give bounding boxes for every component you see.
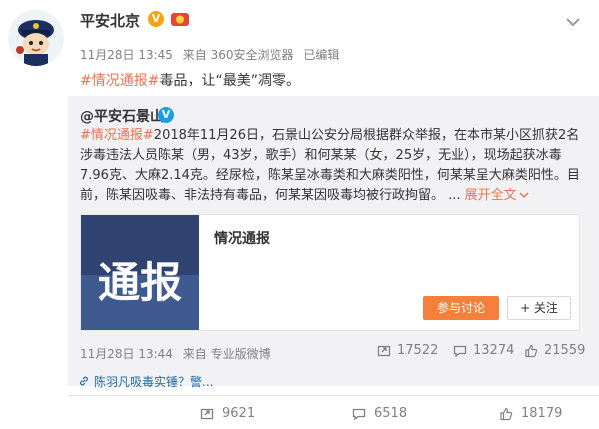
post-edited[interactable]: 已编辑 (303, 48, 339, 62)
repost-text: #情况通报#2018年11月26日，石景山公安分局根据群众举报，在本市某小区抓获… (80, 126, 590, 206)
chevron-down-icon (519, 192, 529, 199)
repost-hashtag[interactable]: #情况通报# (80, 128, 154, 143)
comment-icon (453, 345, 467, 357)
topic-card-title[interactable]: 情况通报 (214, 228, 270, 248)
repost-like-count: 21559 (544, 343, 586, 358)
comment-button[interactable]: 6518 (352, 406, 407, 421)
repost-comment-stat[interactable]: 13274 (453, 343, 514, 358)
post-text: #情况通报#毒品，让“最美”凋零。 (80, 70, 300, 90)
like-button[interactable]: 18179 (499, 406, 562, 421)
repost-like-stat[interactable]: 21559 (524, 343, 585, 358)
repost-source: 来自 专业版微博 (182, 347, 271, 361)
repost-icon (377, 345, 391, 356)
comment-count: 6518 (374, 406, 408, 421)
divider (68, 395, 599, 396)
like-icon (500, 407, 513, 420)
comment-icon (352, 408, 366, 420)
suggested-link-text: 陈羽凡吸毒实锤？警... (94, 375, 214, 389)
forward-count: 9621 (222, 406, 256, 421)
repost-forward-count: 17522 (397, 343, 439, 358)
post-body: 毒品，让“最美”凋零。 (159, 73, 300, 89)
repost-comment-count: 13274 (473, 343, 515, 358)
join-discussion-button[interactable]: 参与讨论 (423, 296, 499, 320)
repost-forward-stat[interactable]: 17522 (377, 343, 438, 358)
chevron-down-icon[interactable] (564, 14, 582, 28)
police-avatar-icon (8, 10, 64, 66)
verified-v-icon: V (148, 11, 164, 27)
forward-button[interactable]: 9621 (200, 406, 255, 421)
suggested-link[interactable]: 陈羽凡吸毒实锤？警... (78, 373, 213, 390)
avatar[interactable] (8, 10, 64, 66)
post-hashtag[interactable]: #情况通报# (80, 73, 159, 89)
follow-button[interactable]: + 关注 (507, 296, 571, 320)
post-date[interactable]: 11月28日 13:45 (80, 48, 173, 62)
topic-card-image: 通报 (81, 215, 199, 330)
like-count: 18179 (521, 406, 563, 421)
medal-icon (170, 10, 190, 28)
post-source: 来自 360安全浏览器 (182, 48, 294, 62)
repost-meta: 11月28日 13:44 来自 专业版微博 (80, 345, 277, 362)
verified-v-icon: V (158, 107, 174, 123)
repost-author[interactable]: @平安石景山 (80, 106, 164, 126)
post-meta: 11月28日 13:45 来自 360安全浏览器 已编辑 (80, 46, 345, 63)
expand-link[interactable]: 展开全文 (465, 188, 529, 203)
like-icon (525, 344, 538, 357)
repost-icon (200, 408, 214, 419)
repost-date[interactable]: 11月28日 13:44 (80, 347, 173, 361)
author-name[interactable]: 平安北京 (80, 10, 140, 31)
link-icon (80, 376, 88, 386)
card-image-text: 通报 (98, 258, 182, 307)
